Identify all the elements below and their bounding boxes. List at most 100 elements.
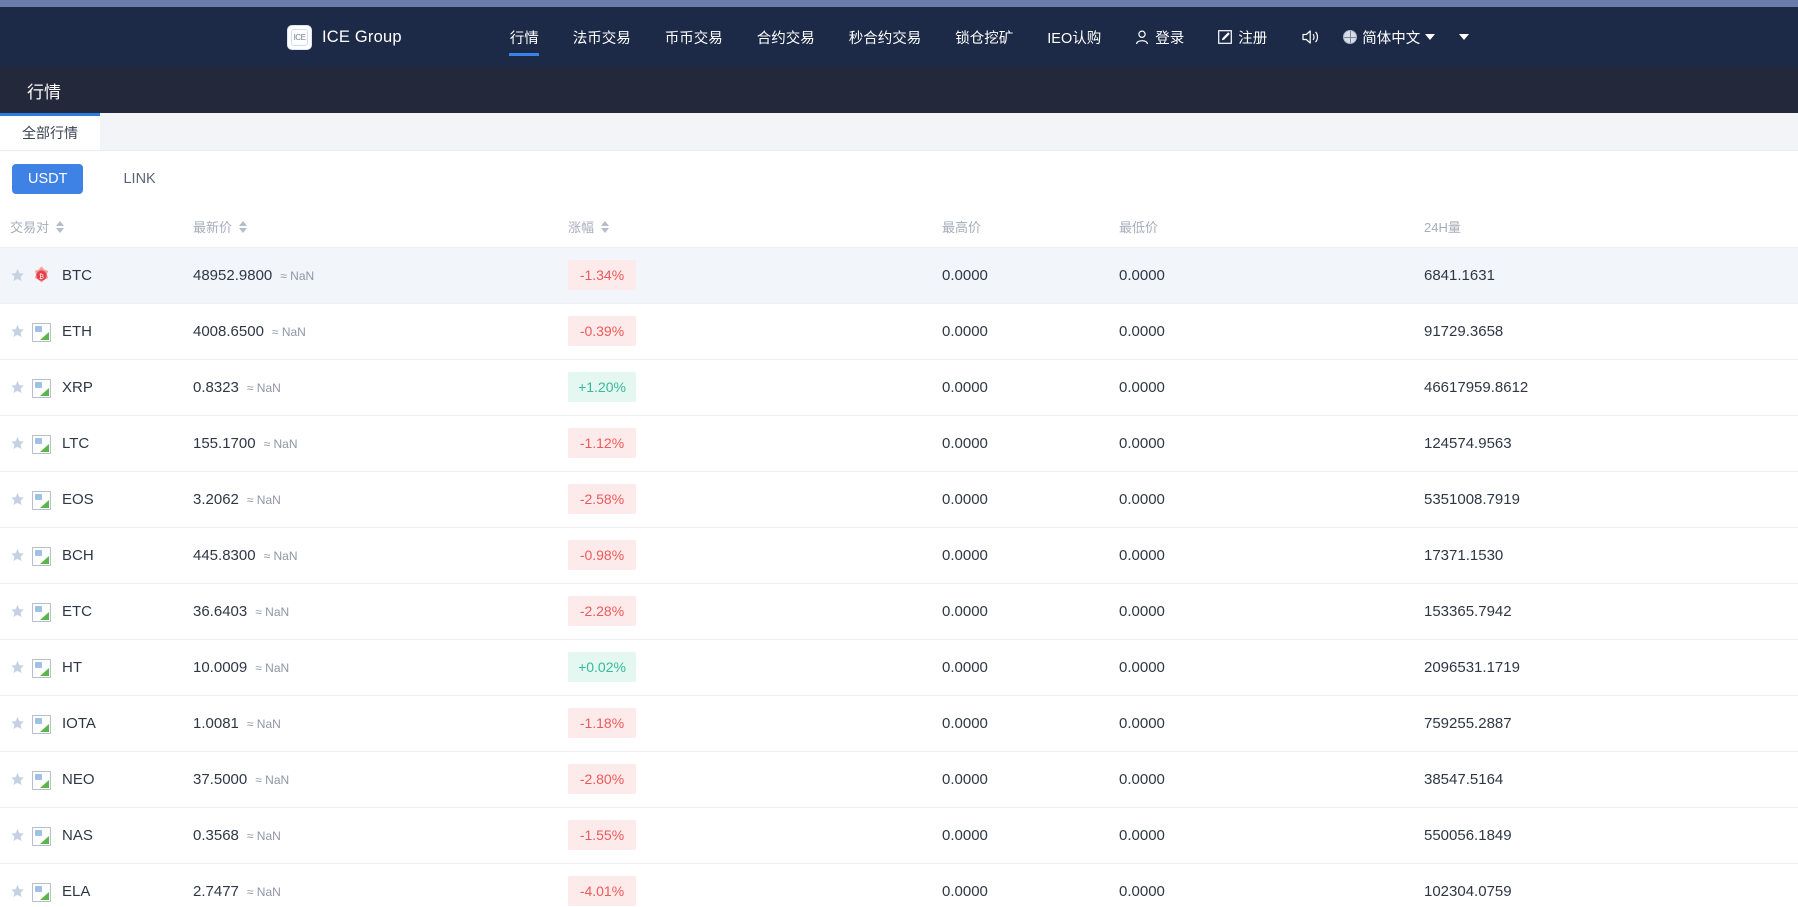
cell-high: 0.0000	[942, 527, 1119, 583]
price-value: 1.0081	[193, 714, 239, 732]
table-row[interactable]: ETH 4008.6500 ≈ NaN -0.39% 0.0000 0.0000 91729…	[0, 303, 1798, 359]
favorite-star-icon[interactable]	[10, 268, 25, 283]
high-value: 0.0000	[942, 322, 988, 340]
low-value: 0.0000	[1119, 322, 1165, 340]
cell-pair: HT	[0, 639, 193, 695]
table-row[interactable]: LTC 155.1700 ≈ NaN -1.12% 0.0000 0.0000 124574…	[0, 415, 1798, 471]
broken-image-icon	[30, 600, 52, 622]
table-row[interactable]: BCH 445.8300 ≈ NaN -0.98% 0.0000 0.0000 17371.…	[0, 527, 1798, 583]
price-approx-value: ≈ NaN	[246, 380, 281, 395]
favorite-star-icon[interactable]	[10, 828, 25, 843]
high-value: 0.0000	[942, 490, 988, 508]
low-value: 0.0000	[1119, 434, 1165, 452]
change-badge: -2.28%	[568, 596, 636, 626]
brand[interactable]: ICE ICE Group	[287, 24, 402, 50]
cell-pair: ETH	[0, 303, 193, 359]
nav-menu: 行情 法币交易 币币交易 合约交易 秒合约交易 锁仓挖矿 IEO认购 登录 注册	[493, 7, 1284, 67]
cell-high: 0.0000	[942, 359, 1119, 415]
low-value: 0.0000	[1119, 658, 1165, 676]
cell-change: -0.98%	[568, 527, 942, 583]
pair-symbol: NEO	[62, 770, 95, 788]
favorite-star-icon[interactable]	[10, 660, 25, 675]
high-value: 0.0000	[942, 602, 988, 620]
volume-value: 153365.7942	[1424, 602, 1512, 620]
sort-arrows-icon[interactable]	[56, 220, 65, 233]
cell-pair: ₿ BTC	[0, 247, 193, 303]
tab-all-markets[interactable]: 全部行情	[0, 113, 100, 150]
pair-symbol: ELA	[62, 882, 91, 900]
column-header-pair[interactable]: 交易对	[0, 207, 193, 248]
nav-item-contract-trading[interactable]: 合约交易	[740, 7, 832, 67]
sort-arrows-icon[interactable]	[239, 220, 248, 233]
nav-item-coin-trading[interactable]: 币币交易	[648, 7, 740, 67]
price-value: 10.0009	[193, 658, 248, 676]
column-header-low: 最低价	[1119, 207, 1424, 248]
cell-low: 0.0000	[1119, 247, 1424, 303]
column-header-label: 最低价	[1119, 220, 1159, 236]
cell-pair: ELA	[0, 863, 193, 907]
nav-item-markets[interactable]: 行情	[493, 7, 556, 67]
nav-item-ieo[interactable]: IEO认购	[1030, 7, 1118, 67]
table-row[interactable]: ELA 2.7477 ≈ NaN -4.01% 0.0000 0.0000 102304.0…	[0, 863, 1798, 907]
table-row[interactable]: XRP 0.8323 ≈ NaN +1.20% 0.0000 0.0000 46617959…	[0, 359, 1798, 415]
pair-symbol: IOTA	[62, 714, 96, 732]
favorite-star-icon[interactable]	[10, 884, 25, 899]
favorite-star-icon[interactable]	[10, 492, 25, 507]
cell-pair: BCH	[0, 527, 193, 583]
nav-item-label: 币币交易	[664, 30, 723, 47]
favorite-star-icon[interactable]	[10, 548, 25, 563]
favorite-star-icon[interactable]	[10, 324, 25, 339]
nav-item-fiat-trading[interactable]: 法币交易	[556, 7, 648, 67]
brand-name: ICE Group	[322, 27, 402, 46]
nav-item-label: 秒合约交易	[848, 30, 922, 47]
table-row[interactable]: EOS 3.2062 ≈ NaN -2.58% 0.0000 0.0000 5351008.…	[0, 471, 1798, 527]
favorite-star-icon[interactable]	[10, 436, 25, 451]
cell-volume: 759255.2887	[1424, 695, 1798, 751]
column-header-high: 最高价	[942, 207, 1119, 248]
price-value: 37.5000	[193, 770, 248, 788]
table-row[interactable]: NEO 37.5000 ≈ NaN -2.80% 0.0000 0.0000 38547.5…	[0, 751, 1798, 807]
favorite-star-icon[interactable]	[10, 380, 25, 395]
change-badge: +0.02%	[568, 652, 636, 682]
cell-pair: LTC	[0, 415, 193, 471]
column-header-change[interactable]: 涨幅	[568, 207, 942, 248]
favorite-star-icon[interactable]	[10, 772, 25, 787]
market-table: 交易对 最新价 涨幅 最高价 最低价 24H量 ₿ BTC 48952.9800…	[0, 207, 1798, 907]
table-row[interactable]: ETC 36.6403 ≈ NaN -2.28% 0.0000 0.0000 153365.…	[0, 583, 1798, 639]
broken-image-icon	[30, 544, 52, 566]
nav-item-register[interactable]: 注册	[1201, 7, 1284, 67]
language-selector[interactable]: 简体中文	[1335, 7, 1443, 67]
favorite-star-icon[interactable]	[10, 604, 25, 619]
cell-price: 0.8323 ≈ NaN	[193, 359, 568, 415]
more-menu-button[interactable]	[1443, 7, 1487, 67]
cell-price: 2.7477 ≈ NaN	[193, 863, 568, 907]
table-row[interactable]: IOTA 1.0081 ≈ NaN -1.18% 0.0000 0.0000 759255.…	[0, 695, 1798, 751]
high-value: 0.0000	[942, 658, 988, 676]
cell-low: 0.0000	[1119, 695, 1424, 751]
column-header-price[interactable]: 最新价	[193, 207, 568, 248]
volume-value: 38547.5164	[1424, 770, 1504, 788]
cell-high: 0.0000	[942, 695, 1119, 751]
table-row[interactable]: ₿ BTC 48952.9800 ≈ NaN -1.34% 0.0000 0.0000 684…	[0, 247, 1798, 303]
cell-volume: 5351008.7919	[1424, 471, 1798, 527]
volume-value: 46617959.8612	[1424, 378, 1529, 396]
page-title: 行情	[27, 82, 61, 102]
cell-pair: EOS	[0, 471, 193, 527]
cell-price: 1.0081 ≈ NaN	[193, 695, 568, 751]
quote-pill-usdt[interactable]: USDT	[12, 164, 84, 194]
nav-item-lock-mining[interactable]: 锁仓挖矿	[938, 7, 1030, 67]
broken-image-icon	[30, 712, 52, 734]
table-row[interactable]: NAS 0.3568 ≈ NaN -1.55% 0.0000 0.0000 550056.1…	[0, 807, 1798, 863]
sort-arrows-icon[interactable]	[601, 220, 610, 233]
pair-symbol: EOS	[62, 490, 94, 508]
high-value: 0.0000	[942, 378, 988, 396]
favorite-star-icon[interactable]	[10, 716, 25, 731]
change-badge: -1.12%	[568, 428, 636, 458]
cell-low: 0.0000	[1119, 359, 1424, 415]
speaker-icon[interactable]	[1288, 7, 1335, 67]
quote-pill-link[interactable]: LINK	[107, 164, 171, 194]
table-row[interactable]: HT 10.0009 ≈ NaN +0.02% 0.0000 0.0000 2096531.…	[0, 639, 1798, 695]
nav-item-second-contract[interactable]: 秒合约交易	[832, 7, 939, 67]
cell-low: 0.0000	[1119, 527, 1424, 583]
nav-item-login[interactable]: 登录	[1118, 7, 1201, 67]
